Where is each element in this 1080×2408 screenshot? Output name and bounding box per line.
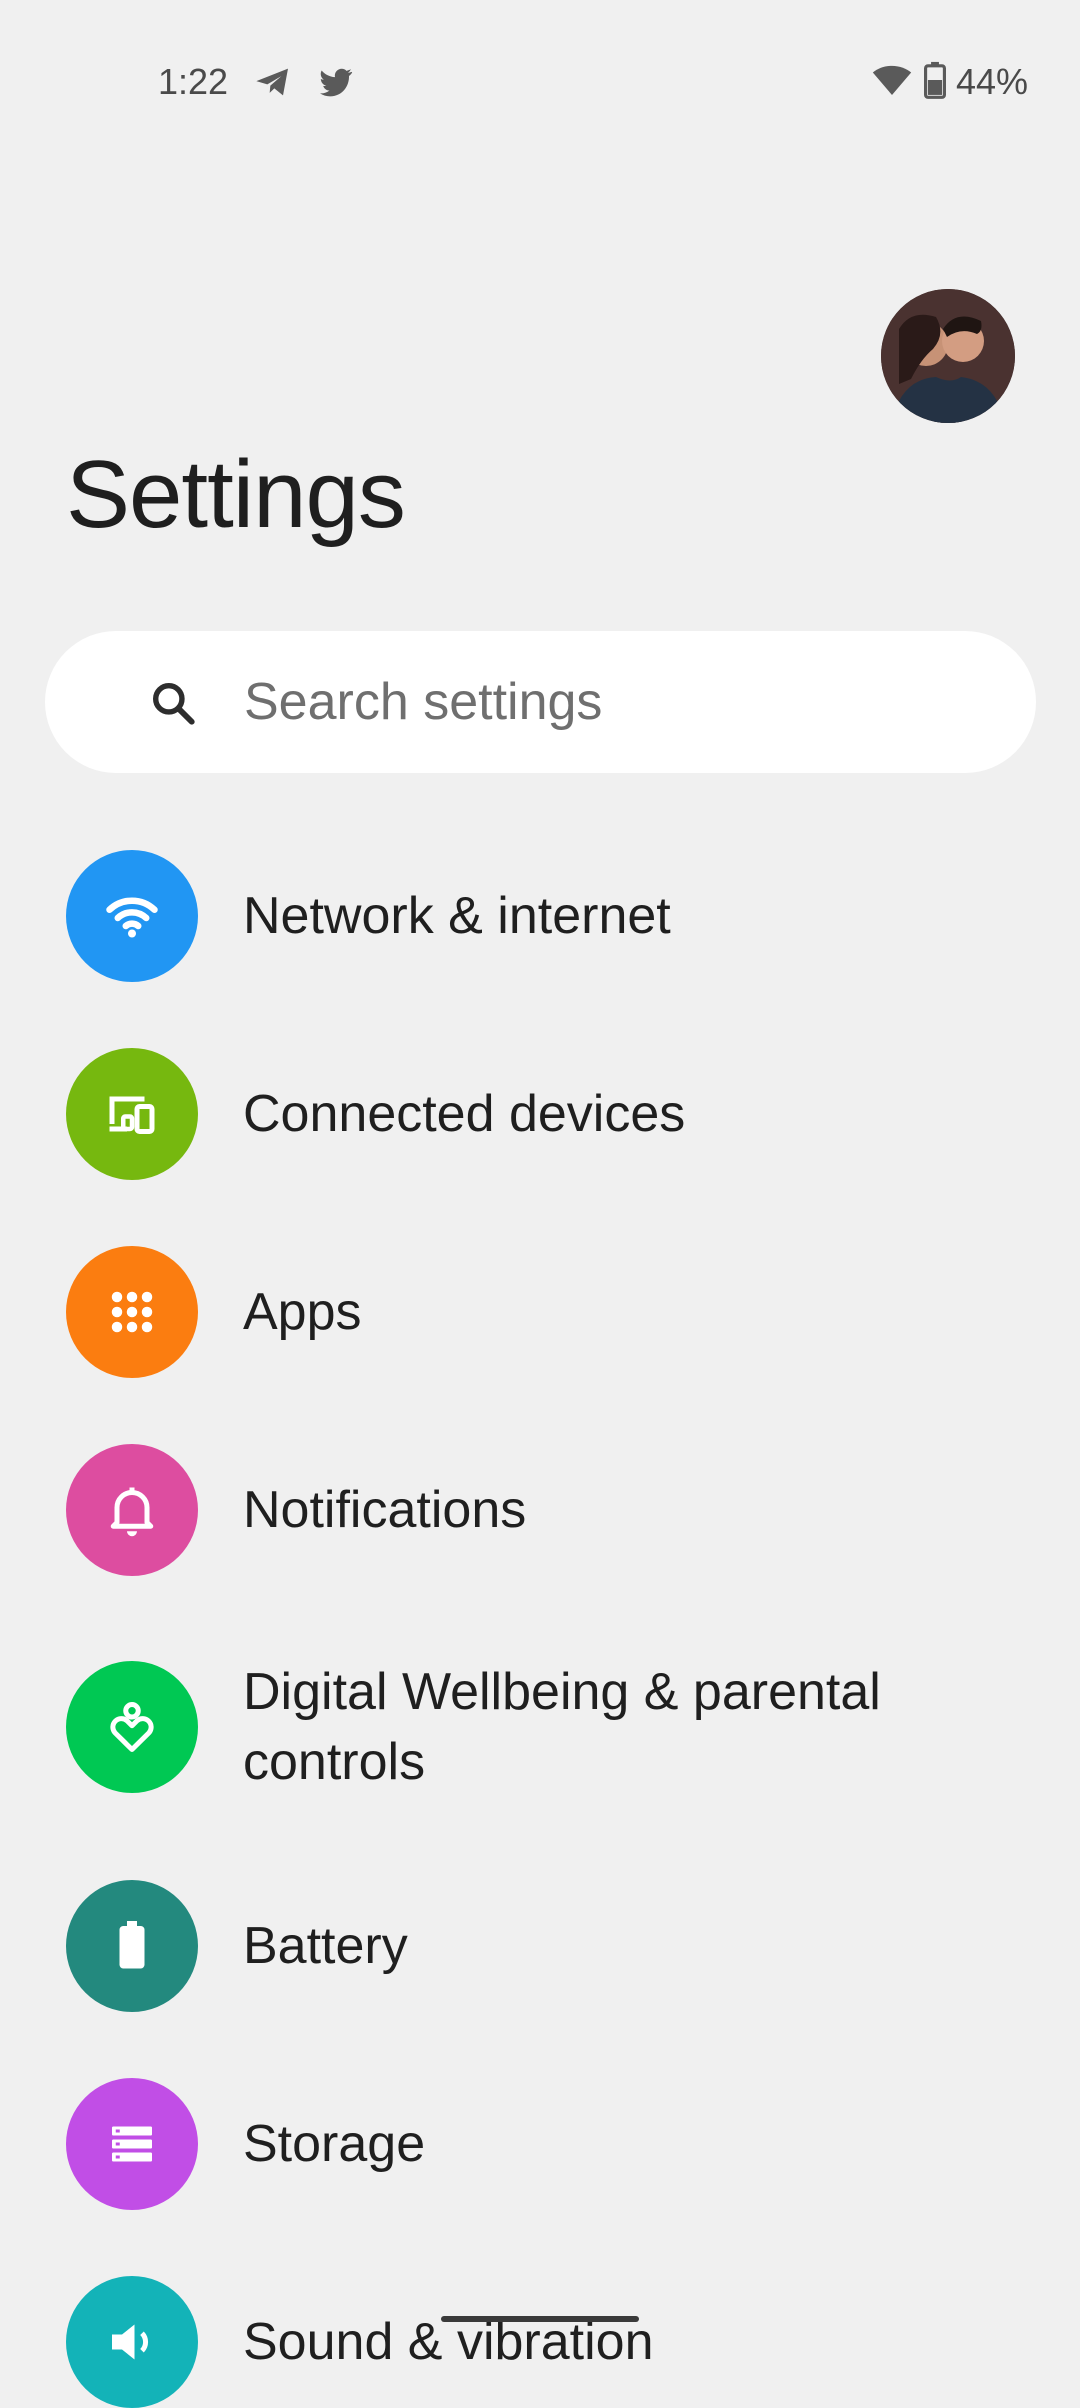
search-bar[interactable]: Search settings (45, 631, 1036, 773)
settings-item-network[interactable]: Network & internet (0, 850, 1080, 982)
page-title: Settings (66, 441, 406, 548)
search-icon (148, 678, 198, 728)
twitter-icon (315, 62, 355, 102)
network-icon-badge (66, 850, 198, 982)
settings-item-label: Apps (243, 1283, 362, 1341)
apps-grid-icon (111, 1291, 153, 1333)
status-right-group: 44% (870, 58, 1028, 106)
battery-icon (119, 1921, 145, 1969)
storage-icon-badge (66, 2078, 198, 2210)
volume-icon (112, 2324, 148, 2360)
settings-item-label: Storage (243, 2115, 426, 2173)
settings-item-label: Notifications (243, 1481, 527, 1539)
battery-percent: 44% (955, 61, 1028, 102)
status-time: 1:22 (158, 61, 229, 102)
telegram-icon (253, 62, 293, 102)
wellbeing-icon (110, 1702, 154, 1752)
notifications-icon-badge (66, 1444, 198, 1576)
account-avatar[interactable] (881, 289, 1015, 423)
bell-icon (110, 1487, 154, 1537)
wellbeing-icon-badge (66, 1661, 198, 1793)
settings-item-connected-devices[interactable]: Connected devices (0, 1048, 1080, 1180)
battery-icon-badge (66, 1880, 198, 2012)
settings-item-label: Digital Wellbeing & parental controls (243, 1663, 881, 1791)
settings-item-sound[interactable]: Sound & vibration (0, 2276, 1080, 2408)
gesture-navigation-handle[interactable] (441, 2316, 639, 2322)
storage-icon (112, 2126, 152, 2162)
settings-item-notifications[interactable]: Notifications (0, 1444, 1080, 1576)
settings-item-label: Connected devices (243, 1085, 686, 1143)
sound-icon-badge (66, 2276, 198, 2408)
wifi-icon (870, 60, 914, 105)
wifi-icon (106, 897, 158, 938)
battery-icon (923, 60, 946, 105)
devices-icon (109, 1096, 155, 1134)
settings-item-label: Battery (243, 1917, 408, 1975)
avatar-photo-icon (881, 289, 1015, 423)
settings-item-digital-wellbeing[interactable]: Digital Wellbeing & parental controls (0, 1661, 1080, 1793)
apps-icon-badge (66, 1246, 198, 1378)
connected-devices-icon-badge (66, 1048, 198, 1180)
settings-item-battery[interactable]: Battery (0, 1880, 1080, 2012)
settings-item-storage[interactable]: Storage (0, 2078, 1080, 2210)
settings-item-label: Network & internet (243, 887, 671, 945)
status-bar: 1:22 44% (0, 0, 1080, 165)
settings-item-apps[interactable]: Apps (0, 1246, 1080, 1378)
search-placeholder: Search settings (244, 673, 603, 731)
